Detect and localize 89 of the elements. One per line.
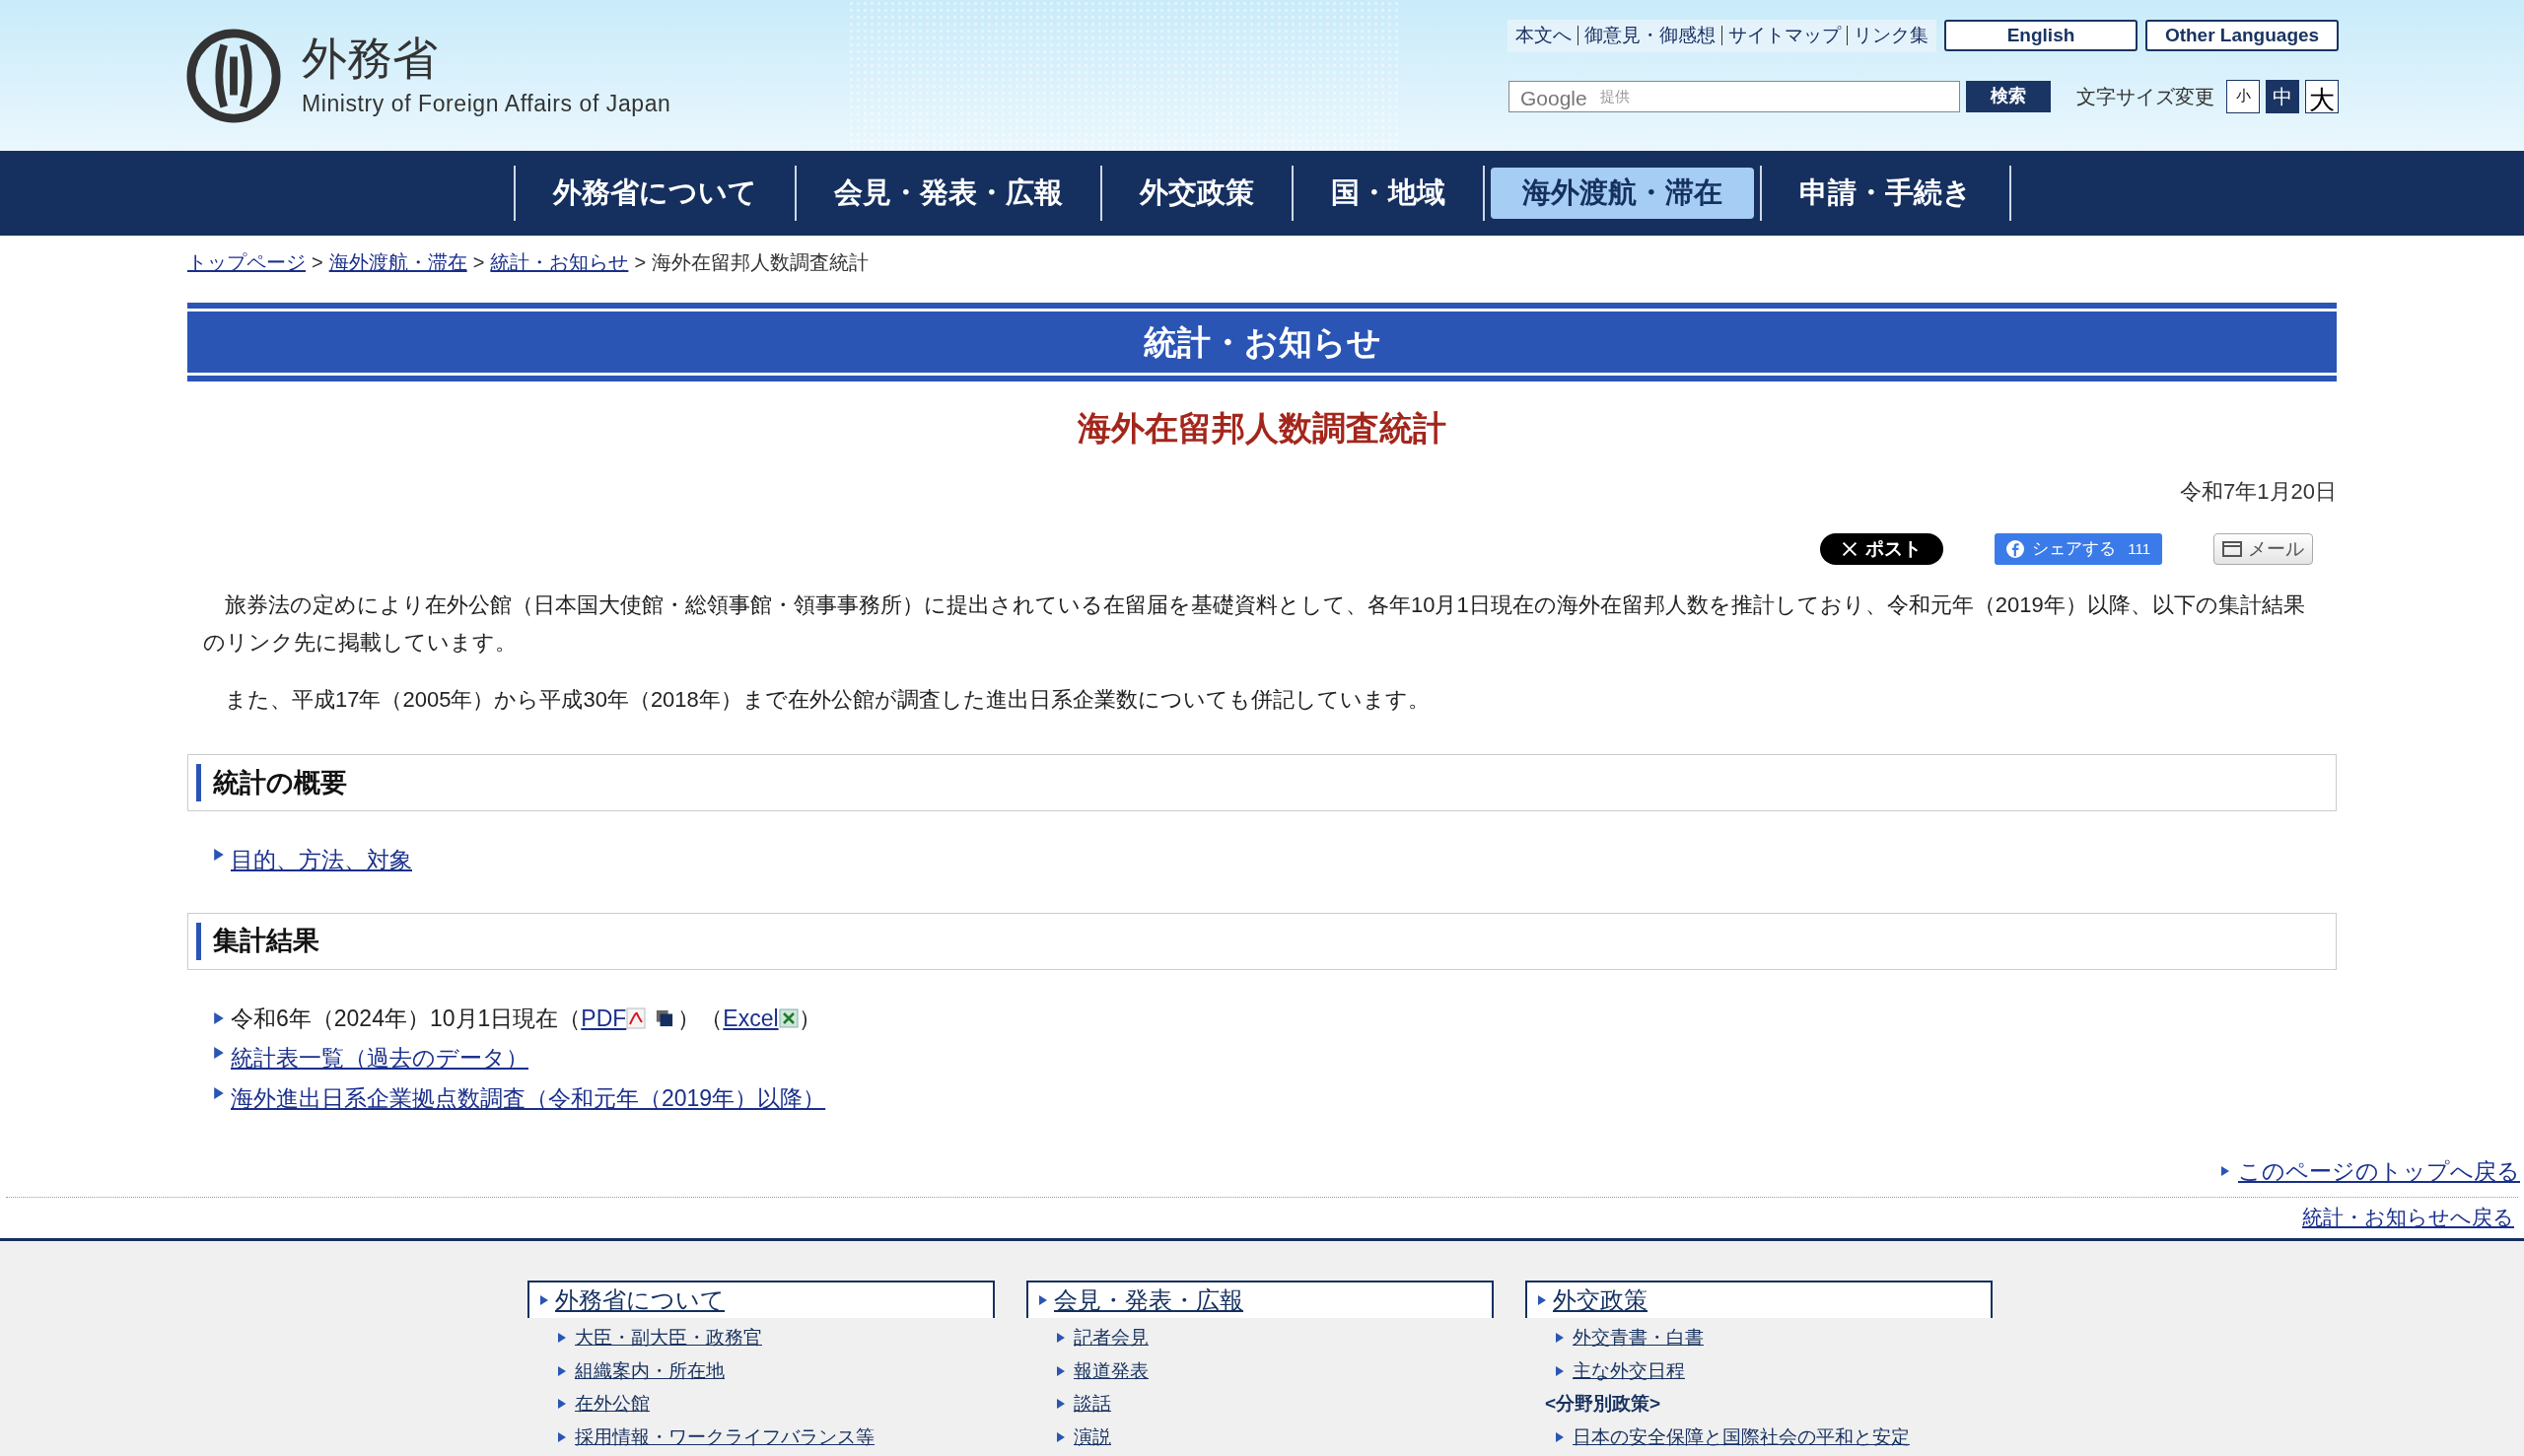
utility-link[interactable]: リンク集 bbox=[1854, 22, 1928, 50]
footer-link[interactable]: 報道発表 bbox=[1074, 1356, 1149, 1385]
excel-link[interactable]: Excel bbox=[723, 1001, 779, 1035]
content-link[interactable]: 統計表一覧（過去のデータ） bbox=[231, 1041, 528, 1075]
triangle-icon bbox=[1555, 1365, 1565, 1376]
nav-tab[interactable]: 会見・発表・広報 bbox=[802, 168, 1094, 219]
triangle-icon bbox=[213, 1047, 225, 1059]
breadcrumb-link[interactable]: 海外渡航・滞在 bbox=[328, 247, 467, 277]
triangle-icon bbox=[539, 1295, 549, 1305]
breadcrumb-current: 海外在留邦人数調査統計 bbox=[652, 250, 870, 275]
footer-link[interactable]: 演説 bbox=[1074, 1422, 1111, 1451]
section-heading: 集計結果 bbox=[213, 925, 319, 958]
footer-link[interactable]: 組織案内・所在地 bbox=[575, 1356, 725, 1385]
section-heading: 統計の概要 bbox=[213, 766, 347, 799]
utility-link[interactable]: 本文へ bbox=[1515, 22, 1572, 50]
language-button[interactable]: Other Languages bbox=[2145, 20, 2339, 52]
publish-date: 令和7年1月20日 bbox=[2180, 478, 2337, 506]
footer-link[interactable]: 外交青書・白書 bbox=[1573, 1324, 1704, 1352]
triangle-icon bbox=[557, 1431, 567, 1442]
page-title: 海外在留邦人数調査統計 bbox=[1077, 408, 1447, 449]
nav-tab[interactable]: 申請・手続き bbox=[1767, 168, 2003, 219]
triangle-icon bbox=[213, 1086, 225, 1099]
footer-link[interactable]: 在外公館 bbox=[575, 1390, 650, 1419]
triangle-icon bbox=[1555, 1333, 1565, 1344]
nav-tab[interactable]: 外務省について bbox=[521, 168, 789, 219]
google-brand: Google bbox=[1520, 85, 1587, 111]
pdf-link[interactable]: PDF bbox=[581, 1001, 627, 1035]
font-size-button[interactable]: 小 bbox=[2226, 79, 2260, 113]
x-logo-icon bbox=[1842, 541, 1858, 557]
logo-subtitle: Ministry of Foreign Affairs of Japan bbox=[302, 90, 671, 118]
breadcrumb-separator: > bbox=[634, 250, 647, 275]
content-link[interactable]: 海外進出日系企業拠点数調査（令和元年（2019年）以降） bbox=[231, 1080, 826, 1115]
breadcrumb-link[interactable]: トップページ bbox=[187, 247, 306, 277]
logo-title: 外務省 bbox=[302, 31, 439, 86]
share-count: 111 bbox=[2128, 538, 2150, 559]
footer-link[interactable]: 採用情報・ワークライフバランス等 bbox=[575, 1422, 875, 1451]
pdf-file-icon bbox=[626, 1006, 647, 1029]
footer-link[interactable]: 談話 bbox=[1074, 1390, 1111, 1419]
facebook-logo-icon bbox=[2006, 540, 2025, 558]
breadcrumb-separator: > bbox=[472, 250, 485, 275]
item-text: ） bbox=[798, 1004, 821, 1033]
triangle-icon bbox=[1555, 1431, 1565, 1442]
triangle-icon bbox=[213, 1011, 225, 1024]
section-title-banner: 統計・お知らせ bbox=[187, 303, 2337, 381]
triangle-icon bbox=[1056, 1333, 1066, 1344]
facebook-share-button[interactable]: シェアする 111 bbox=[1995, 533, 2162, 565]
mail-button[interactable]: メール bbox=[2213, 533, 2313, 565]
triangle-icon bbox=[2220, 1166, 2230, 1177]
envelope-icon bbox=[2222, 541, 2242, 557]
item-text: ）（ bbox=[677, 1004, 724, 1033]
utility-link[interactable]: サイトマップ bbox=[1728, 22, 1841, 50]
triangle-icon bbox=[557, 1399, 567, 1410]
footer-link[interactable]: 大臣・副大臣・政務官 bbox=[575, 1324, 762, 1352]
footer-heading-link[interactable]: 外交政策 bbox=[1553, 1283, 1648, 1318]
triangle-icon bbox=[557, 1333, 567, 1344]
breadcrumb-link[interactable]: 統計・お知らせ bbox=[490, 247, 629, 277]
triangle-icon bbox=[1056, 1399, 1066, 1410]
footer-link[interactable]: 主な外交日程 bbox=[1573, 1356, 1685, 1385]
font-size-label: 文字サイズ変更 bbox=[2076, 84, 2214, 109]
font-size-button[interactable]: 中 bbox=[2266, 79, 2299, 113]
new-window-icon bbox=[656, 1008, 674, 1027]
breadcrumb-separator: > bbox=[312, 250, 323, 275]
footer-link[interactable]: 記者会見 bbox=[1074, 1324, 1149, 1352]
triangle-icon bbox=[1038, 1295, 1048, 1305]
post-button[interactable]: ポスト bbox=[1820, 533, 1944, 565]
body-paragraph: 旅券法の定めにより在外公館（日本国大使館・総領事館・領事事務所）に提出されている在留届を基礎資料として、各年10月1日現在の海外在留邦人数を推計しており、令和元年（2019年）以降、以下の集計結果のリンク先に掲載しています。 bbox=[203, 591, 2306, 657]
back-to-section-link[interactable]: 統計・お知らせへ戻る bbox=[2302, 1201, 2514, 1232]
triangle-icon bbox=[1056, 1365, 1066, 1376]
body-paragraph: また、平成17年（2005年）から平成30年（2018年）まで在外公館が調査した進出日系企業数についても併記しています。 bbox=[224, 686, 1431, 714]
nav-tab[interactable]: 外交政策 bbox=[1107, 168, 1286, 219]
footer-link[interactable]: 日本の安全保障と国際社会の平和と安定 bbox=[1573, 1422, 1910, 1451]
back-to-top-link[interactable]: このページのトップへ戻る bbox=[2238, 1154, 2520, 1189]
footer-heading-link[interactable]: 会見・発表・広報 bbox=[1054, 1283, 1243, 1318]
triangle-icon bbox=[1537, 1295, 1547, 1305]
triangle-icon bbox=[557, 1365, 567, 1376]
nav-tab[interactable]: 国・地域 bbox=[1298, 168, 1477, 219]
language-button[interactable]: English bbox=[1944, 20, 2138, 52]
footer-heading-link[interactable]: 外務省について bbox=[555, 1283, 725, 1318]
emblem-logo-icon bbox=[185, 27, 282, 124]
spreadsheet-file-icon bbox=[778, 1007, 799, 1028]
utility-link[interactable]: 御意見・御感想 bbox=[1584, 22, 1716, 50]
search-button[interactable]: 検索 bbox=[1966, 80, 2051, 112]
footer-category-label: <分野別政策> bbox=[1545, 1392, 1662, 1416]
font-size-button[interactable]: 大 bbox=[2305, 79, 2339, 113]
nav-tab[interactable]: 海外渡航・滞在 bbox=[1490, 168, 1754, 219]
triangle-icon bbox=[213, 849, 225, 861]
content-link[interactable]: 目的、方法、対象 bbox=[231, 843, 412, 877]
item-text: 令和6年（2024年）10月1日現在（ bbox=[231, 1004, 582, 1033]
triangle-icon bbox=[1056, 1431, 1066, 1442]
